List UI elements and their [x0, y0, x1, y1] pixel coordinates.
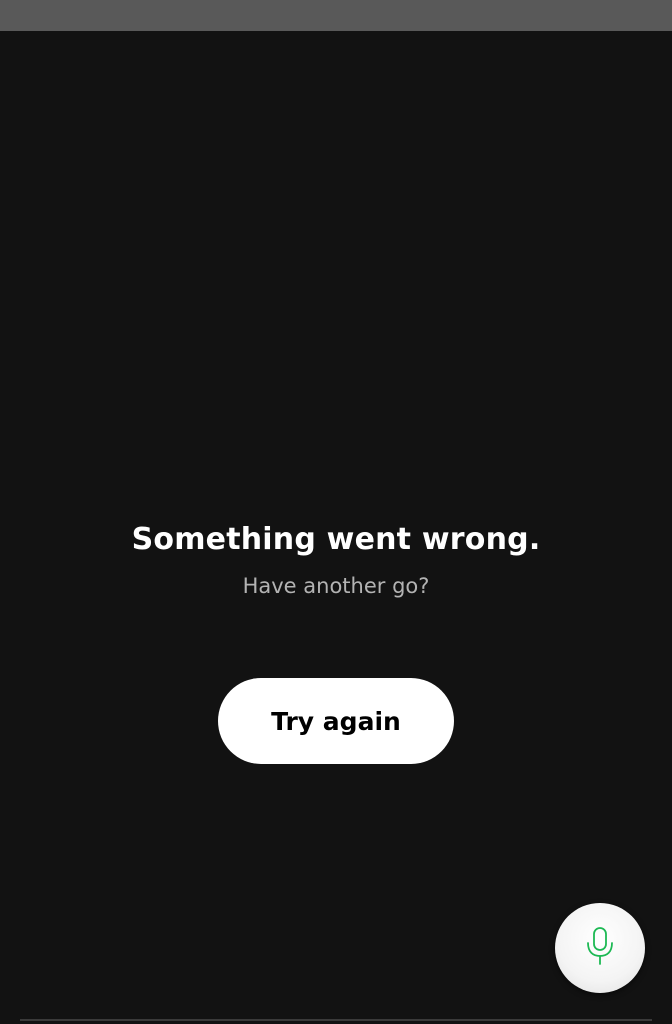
error-title: Something went wrong. [131, 522, 541, 557]
voice-search-button[interactable] [555, 903, 645, 993]
error-message: Something went wrong. Have another go? [0, 520, 672, 600]
status-bar [0, 0, 672, 31]
try-again-button[interactable]: Try again [218, 678, 454, 764]
microphone-icon [583, 926, 617, 970]
bottom-divider [20, 1019, 652, 1021]
try-again-label: Try again [271, 706, 401, 736]
error-subtitle: Have another go? [242, 574, 430, 598]
